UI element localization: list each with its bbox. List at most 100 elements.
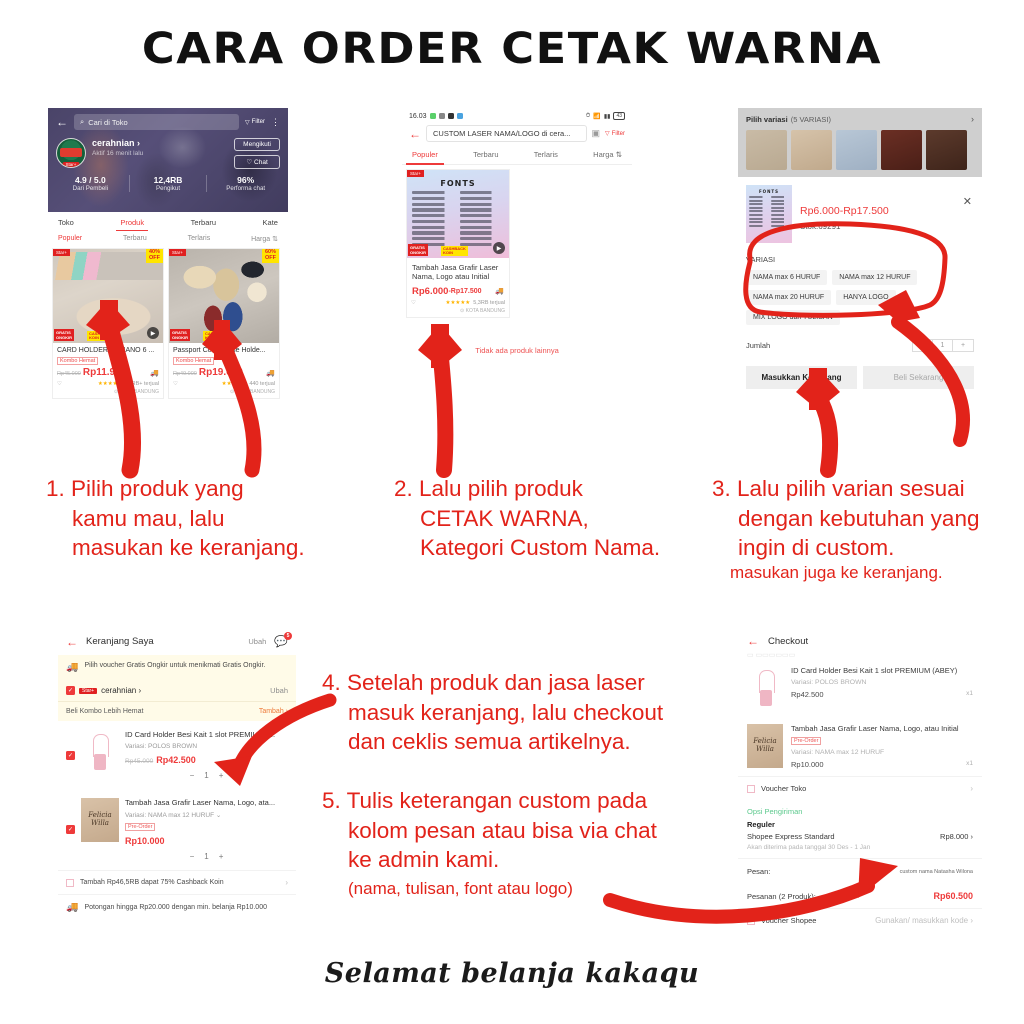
variation-option-mix[interactable]: MIX LOGO dan TULISAN — [746, 310, 840, 325]
back-icon[interactable]: ← — [66, 636, 78, 648]
quantity-decrease[interactable]: − — [913, 340, 933, 351]
store-edit-button[interactable]: Ubah — [270, 686, 288, 695]
tab-kategori[interactable]: Kate — [263, 218, 278, 227]
subtab-terlaris[interactable]: Terlaris — [188, 235, 211, 243]
variation-option-nama-20[interactable]: NAMA max 20 HURUF — [746, 290, 832, 305]
sold-count: 5,3RB terjual — [473, 299, 505, 306]
tab-terbaru[interactable]: Terbaru — [191, 218, 216, 227]
subtab-populer[interactable]: Populer — [58, 235, 82, 243]
store-name[interactable]: cerahnian › — [101, 686, 141, 695]
item-variant: Variasi: NAMA max 12 HURUF — [791, 749, 885, 757]
filter-button[interactable]: ▽ Filter — [245, 119, 265, 126]
store-hero: ← ⌕ Cari di Toko ▽ Filter ⋮ Star+ cerahn… — [48, 108, 288, 212]
status-app-icon — [456, 113, 463, 119]
product-title: CARD HOLDER SAFIANO 6 ... — [57, 347, 155, 354]
chevron-right-icon[interactable]: › — [285, 878, 288, 887]
shipping-promo-row[interactable]: 🚚 Potongan hingga Rp20.000 dengan min. b… — [58, 894, 296, 920]
product-card[interactable]: Star+ 60% OFF GRATIS ONGKIR CASHBACK KOIN P… — [168, 248, 280, 399]
quantity-stepper[interactable]: − 1 + — [912, 339, 974, 352]
close-icon[interactable]: ✕ — [963, 195, 972, 208]
cashback-tag: CASHBACK KOIN — [87, 331, 114, 341]
quantity-increase[interactable]: + — [219, 771, 224, 780]
tab-produk[interactable]: Produk — [116, 218, 148, 231]
variation-thumb[interactable] — [926, 130, 967, 170]
free-shipping-voucher-banner[interactable]: 🚚 Pilih voucher Gratis Ongkir untuk meni… — [58, 655, 296, 680]
item-variant: Variasi: POLOS BROWN — [791, 679, 867, 687]
free-shipping-icon: 🚚 — [495, 288, 504, 296]
voucher-shopee-action[interactable]: Gunakan/ masukkan kode › — [875, 916, 973, 925]
quantity-decrease[interactable]: − — [190, 771, 195, 780]
back-icon[interactable]: ← — [409, 128, 421, 140]
store-checkbox[interactable]: ✓ — [66, 686, 75, 695]
variation-option-hanya-logo[interactable]: HANYA LOGO — [836, 290, 896, 305]
search-input[interactable]: CUSTOM LASER NAMA/LOGO di cera... — [426, 125, 587, 142]
camera-icon[interactable]: ▣ — [592, 128, 601, 139]
variation-thumb[interactable] — [881, 130, 922, 170]
store-name[interactable]: cerahnian › — [92, 138, 143, 148]
wishlist-icon[interactable]: ♡ — [411, 300, 416, 306]
kombo-add-link[interactable]: Tambah › — [259, 708, 288, 715]
item-checkbox[interactable]: ✓ — [66, 750, 75, 760]
product-card[interactable]: Star+ 40% OFF GRATIS ONGKIR CASHBACK KOIN ▶… — [52, 248, 164, 399]
back-icon[interactable]: ← — [747, 635, 759, 647]
cashback-promo-row[interactable]: Tambah Rp46,5RB dapat 75% Cashback Koin … — [58, 870, 296, 894]
variation-option-nama-6[interactable]: NAMA max 6 HURUF — [746, 270, 828, 285]
product-card[interactable]: Star+ FONTS GRATIS ONGKIR CASHBACK KOIN ▶ … — [406, 169, 510, 318]
quantity-increase[interactable]: + — [953, 340, 973, 351]
item-variant[interactable]: Variasi: POLOS BROWN — [125, 743, 288, 750]
subtab-terbaru[interactable]: Terbaru — [123, 235, 147, 243]
tab-harga[interactable]: Harga ⇅ — [593, 150, 622, 159]
free-shipping-tag: GRATIS ONGKIR — [170, 329, 190, 341]
variation-option-nama-12[interactable]: NAMA max 12 HURUF — [832, 270, 918, 285]
buy-now-button[interactable]: Beli Sekarang — [863, 366, 974, 389]
variation-thumb[interactable] — [836, 130, 877, 170]
add-to-cart-button[interactable]: Masukkan Keranjang — [746, 366, 857, 389]
chevron-right-icon[interactable]: › — [970, 784, 973, 793]
play-video-icon[interactable]: ▶ — [493, 242, 505, 254]
filter-button[interactable]: ▽ Filter — [605, 130, 625, 138]
item-image — [747, 666, 783, 710]
chat-icon[interactable]: 💬 5 — [274, 632, 292, 648]
item-image — [81, 730, 119, 774]
signal-icon: ▮▮ — [603, 113, 611, 120]
rating-stars: ★★★★★ — [221, 381, 247, 387]
wishlist-icon[interactable]: ♡ — [57, 381, 62, 387]
tab-terbaru[interactable]: Terbaru — [473, 150, 498, 159]
kombo-banner[interactable]: Beli Kombo Lebih Hemat Tambah › — [58, 701, 296, 721]
sold-count: 10RB+ terjual — [125, 381, 159, 387]
item-quantity-stepper[interactable]: − 1 + — [125, 852, 288, 861]
quantity-increase[interactable]: + — [219, 852, 224, 861]
cart-edit-button[interactable]: Ubah — [248, 637, 266, 646]
chevron-right-icon[interactable]: › — [971, 114, 974, 124]
tab-populer[interactable]: Populer — [406, 150, 444, 165]
quantity-row: Jumlah − 1 + — [746, 339, 974, 352]
follow-button[interactable]: Mengikuti — [234, 138, 280, 151]
variation-selector-bar[interactable]: Pilih variasi (5 VARIASI) › — [738, 108, 982, 177]
search-input[interactable]: ⌕ Cari di Toko — [74, 114, 240, 130]
subtab-harga[interactable]: Harga ⇅ — [251, 235, 278, 243]
store-avatar[interactable]: Star+ — [56, 138, 86, 168]
variation-thumb[interactable] — [791, 130, 832, 170]
wishlist-icon[interactable]: ♡ — [173, 381, 178, 387]
quantity-decrease[interactable]: − — [190, 852, 195, 861]
chat-button[interactable]: ♡ Chat — [234, 155, 280, 169]
back-icon[interactable]: ← — [56, 116, 68, 128]
shipping-option[interactable]: Reguler Shopee Express Standard Rp8.000 … — [738, 818, 982, 858]
item-variant[interactable]: Variasi: NAMA max 12 HURUF ⌄ — [125, 811, 288, 819]
message-value[interactable]: custom nama Natasha Wilona — [900, 869, 973, 875]
more-options-icon[interactable]: ⋮ — [271, 117, 280, 126]
step-5-subtext: (nama, tulisan, font atau logo) — [348, 879, 573, 898]
quantity-value: 1 — [204, 852, 209, 861]
message-row[interactable]: Pesan: custom nama Natasha Wilona — [738, 858, 982, 884]
voucher-toko-row[interactable]: Voucher Toko › — [738, 776, 982, 800]
item-checkbox[interactable]: ✓ — [66, 825, 75, 834]
voucher-shopee-row[interactable]: Voucher Shopee Gunakan/ masukkan kode › — [738, 908, 982, 932]
item-quantity-stepper[interactable]: − 1 + — [125, 771, 288, 780]
tab-terlaris[interactable]: Terlaris — [534, 150, 558, 159]
product-footer: ♡ ★★★★★ 10RB+ terjual — [53, 378, 163, 389]
variation-thumb[interactable] — [746, 130, 787, 170]
variation-sheet-body: FONTS Rp6.000-Rp17.500 Stok:69291 ✕ VARI… — [738, 177, 982, 397]
quantity-value[interactable]: 1 — [933, 340, 953, 351]
tab-toko[interactable]: Toko — [58, 218, 74, 227]
play-video-icon[interactable]: ▶ — [147, 327, 159, 339]
